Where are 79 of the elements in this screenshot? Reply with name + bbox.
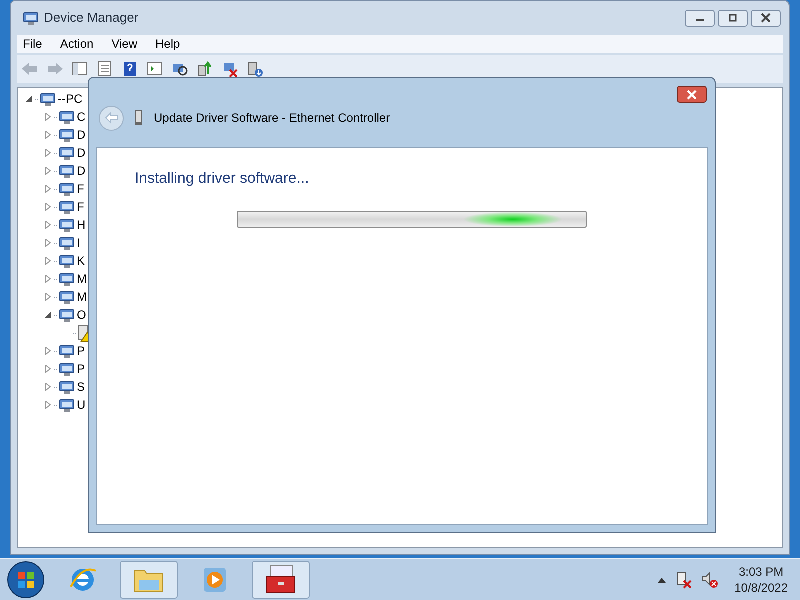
expand-arrow-icon[interactable] [44, 347, 52, 355]
device-icon [59, 307, 75, 323]
expand-arrow-icon[interactable] [44, 221, 52, 229]
tree-item-label[interactable]: H [77, 216, 86, 234]
network-adapter-icon [134, 110, 144, 126]
device-icon [40, 91, 56, 107]
expand-arrow-icon[interactable] [44, 113, 52, 121]
back-button[interactable] [99, 106, 124, 130]
close-icon [686, 90, 698, 100]
device-icon [59, 109, 75, 125]
taskbar-button[interactable] [252, 560, 310, 598]
expand-arrow-icon[interactable] [44, 149, 52, 157]
maximize-icon [727, 13, 739, 23]
tree-item-label[interactable]: O [77, 306, 86, 324]
device-icon [59, 235, 75, 251]
menu-item[interactable]: File [23, 35, 42, 53]
start-orb-icon[interactable] [6, 560, 46, 600]
play-icon [202, 566, 228, 594]
tree-item-label[interactable]: C [77, 108, 86, 126]
menu-item[interactable]: Action [60, 35, 94, 53]
device-icon [59, 199, 75, 215]
device-icon [59, 361, 75, 377]
device-icon [59, 253, 75, 269]
tree-item-label[interactable]: F [77, 198, 84, 216]
device-icon [59, 127, 75, 143]
close-icon [760, 13, 772, 23]
expand-arrow-icon[interactable] [44, 257, 52, 265]
tree-item-label[interactable]: P [77, 342, 86, 360]
back-arrow-icon [104, 112, 118, 124]
expand-arrow-icon[interactable] [44, 239, 52, 247]
toolbox-icon [265, 564, 297, 594]
menu-item[interactable]: Help [156, 35, 180, 53]
network-error-icon[interactable] [674, 570, 693, 588]
device-icon [59, 181, 75, 197]
device-icon [59, 379, 75, 395]
tree-item-label[interactable]: F [77, 180, 84, 198]
close-button[interactable] [751, 10, 781, 26]
device-icon [59, 397, 75, 413]
up-arrow-icon[interactable] [656, 576, 667, 584]
close-button[interactable] [677, 86, 707, 103]
tree-item-label[interactable]: --PC [58, 90, 83, 108]
device-icon [59, 145, 75, 161]
clock-date: 10/8/2022 [734, 580, 788, 596]
expand-arrow-icon[interactable] [44, 131, 52, 139]
expand-arrow-icon[interactable] [44, 185, 52, 193]
tree-item-label[interactable]: D [77, 162, 86, 180]
window-title: Device Manager [44, 9, 139, 28]
tree-item-label[interactable]: P [77, 360, 86, 378]
tree-item-label[interactable]: I [77, 234, 80, 252]
maximize-button[interactable] [718, 10, 748, 26]
expand-arrow-icon[interactable] [44, 383, 52, 391]
expand-arrow-icon[interactable] [44, 365, 52, 373]
expand-arrow-icon[interactable] [44, 203, 52, 211]
expand-arrow-icon[interactable] [44, 293, 52, 301]
device-icon [59, 163, 75, 179]
expand-arrow-icon[interactable] [44, 167, 52, 175]
clock[interactable]: 3:03 PM 10/8/2022 [734, 564, 788, 596]
dialog-heading: Installing driver software... [135, 169, 310, 189]
menu-item[interactable]: View [112, 35, 138, 53]
dialog-title: Update Driver Software - Ethernet Controller [154, 110, 390, 127]
device-icon [59, 271, 75, 287]
device-icon [59, 289, 75, 305]
tree-item-label[interactable]: U [77, 396, 86, 414]
clock-time: 3:03 PM [738, 564, 784, 580]
minimize-button[interactable] [685, 10, 715, 26]
tree-item-label[interactable]: D [77, 126, 86, 144]
tree-item-label[interactable]: M [77, 288, 87, 306]
tree-item-label[interactable]: K [77, 252, 86, 270]
device-icon [59, 217, 75, 233]
tree-item-label[interactable]: M [77, 270, 87, 288]
collapse-arrow-icon[interactable] [44, 311, 52, 319]
expand-arrow-icon[interactable] [44, 275, 52, 283]
device-icon [59, 343, 75, 359]
tree-item-label[interactable]: S [77, 378, 86, 396]
device-icon [23, 10, 39, 26]
collapse-arrow-icon[interactable] [25, 95, 33, 103]
expand-arrow-icon[interactable] [44, 401, 52, 409]
speaker-muted-icon[interactable] [700, 570, 719, 588]
tree-item-label[interactable]: D [77, 144, 86, 162]
